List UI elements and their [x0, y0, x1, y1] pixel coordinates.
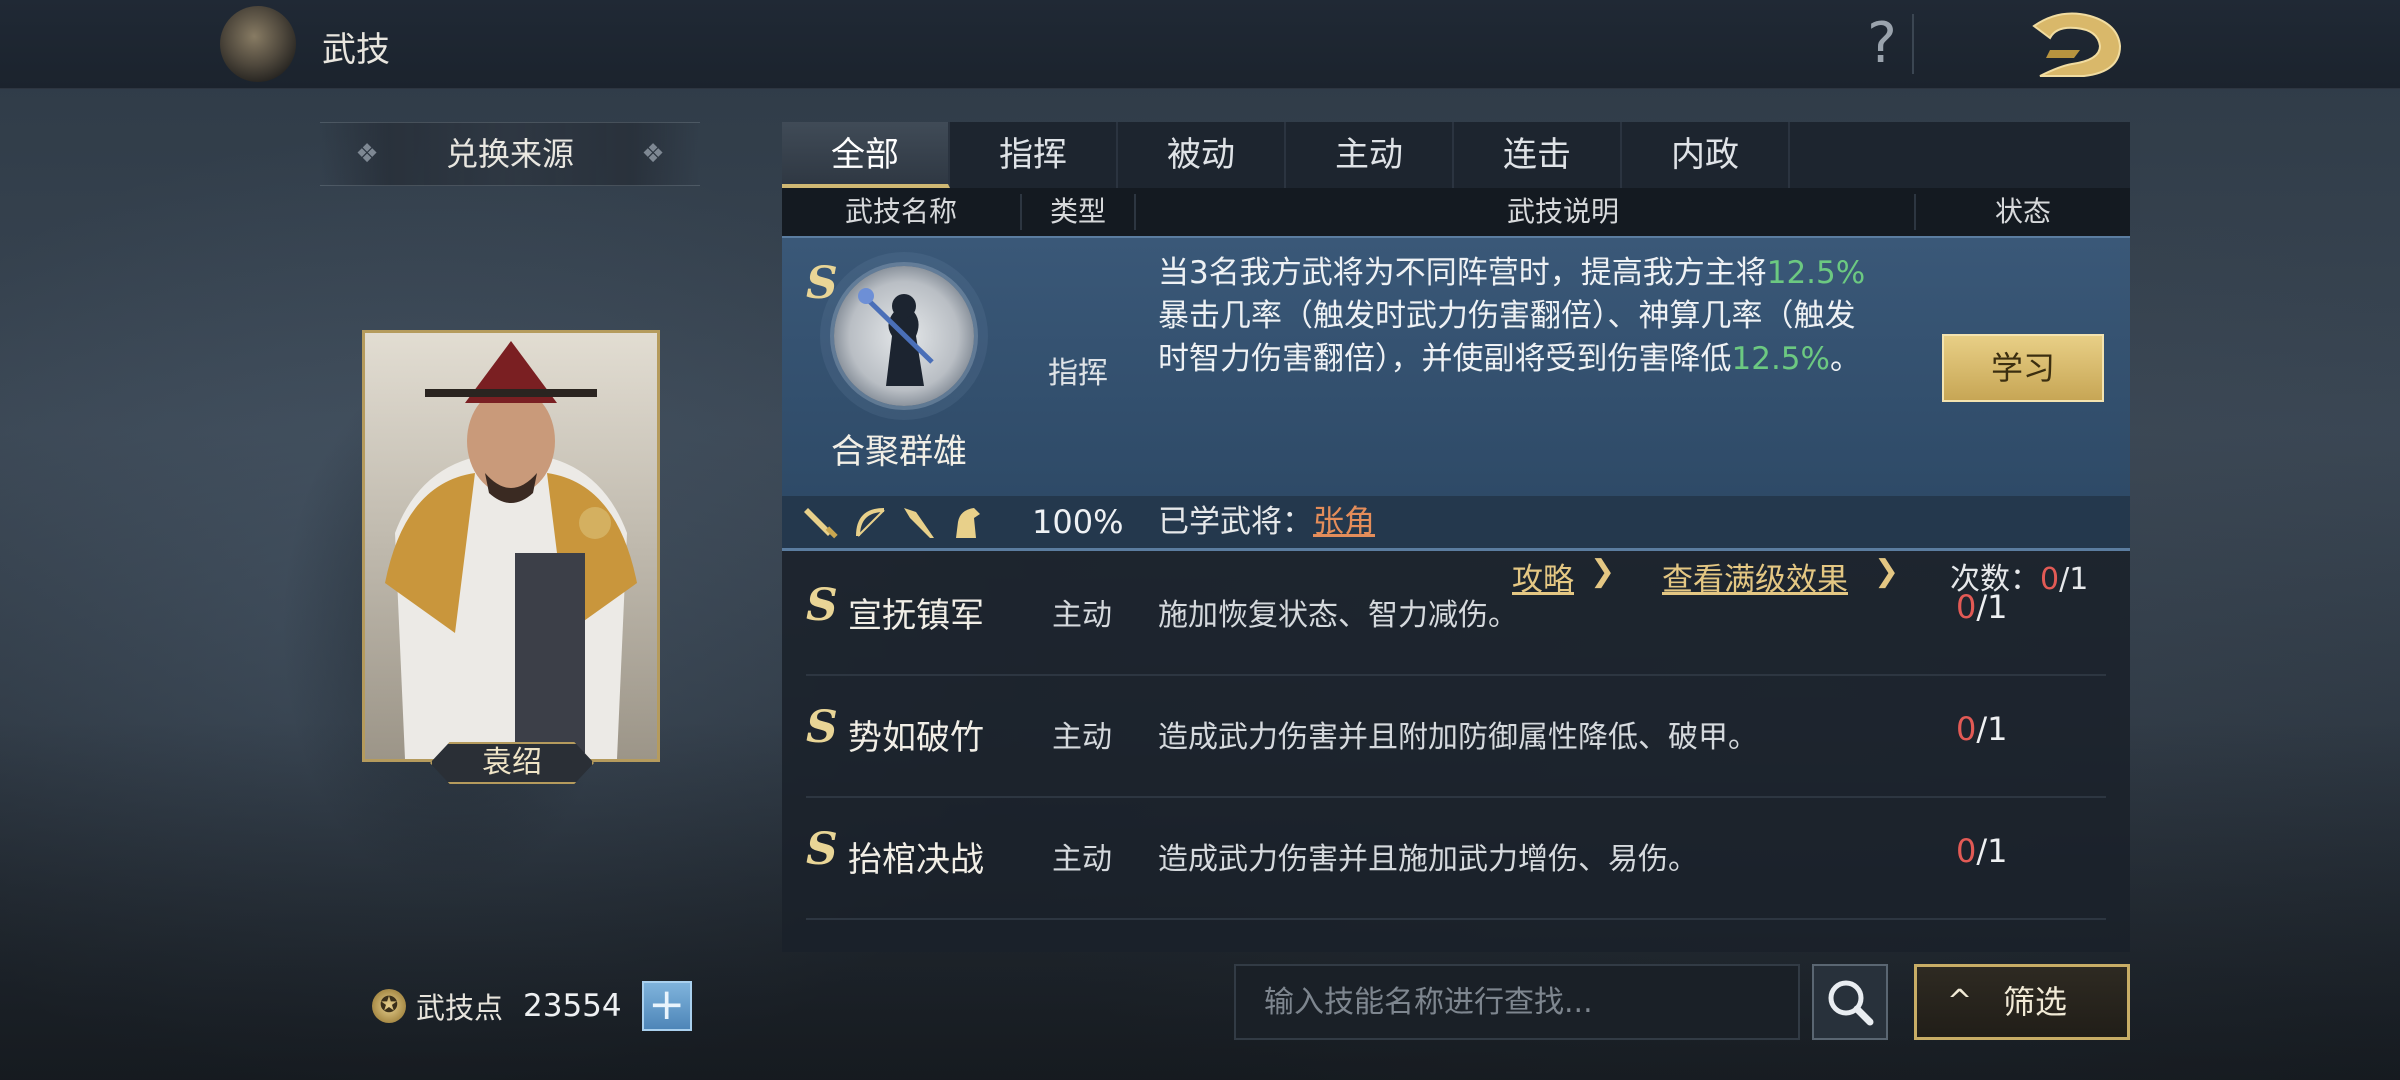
skill-description: 造成武力伤害并且附加防御属性降低、破甲。 [1158, 720, 1758, 755]
skill-name: 势如破竹 [848, 718, 984, 758]
selected-skill-type: 指挥 [1048, 356, 1108, 391]
learned-general-link[interactable]: 张角 [1313, 504, 1375, 540]
back-dragon-icon[interactable] [2020, 6, 2130, 82]
skill-uses: 0/1 [1956, 710, 2008, 748]
skill-medallion-icon [834, 266, 974, 406]
skill-search-input[interactable] [1234, 964, 1800, 1040]
exchange-source-banner[interactable]: ❖ 兑换来源 ❖ [320, 122, 700, 186]
selected-skill-description: 当3名我方武将为不同阵营时，提高我方主将12.5%暴击几率（触发时武力伤害翻倍）… [1158, 252, 1878, 381]
dragon-emblem-icon [220, 6, 296, 82]
filter-label: 筛选 [2003, 983, 2068, 1021]
tab-passive[interactable]: 被动 [1118, 122, 1286, 188]
skill-type: 主动 [1052, 598, 1112, 633]
skill-row[interactable]: S 宣抚镇军 主动 施加恢复状态、智力减伤。 0/1 [806, 552, 2106, 676]
top-divider [1912, 14, 1914, 74]
skill-grade-badge: S [806, 824, 838, 875]
skill-description: 施加恢复状态、智力减伤。 [1158, 598, 1518, 633]
skill-grade-badge: S [806, 258, 838, 309]
column-status: 状态 [1994, 195, 2051, 228]
skill-type: 主动 [1052, 720, 1112, 755]
tab-command[interactable]: 指挥 [950, 122, 1118, 188]
learned-generals: 已学武将：张角 [1158, 496, 1375, 548]
search-icon [1828, 980, 1874, 1026]
page-title: 武技 [322, 30, 390, 70]
description-text: 当3名我方武将为不同阵营时，提高我方主将 [1158, 255, 1767, 291]
skill-uses-total: /1 [1976, 710, 2008, 748]
add-skill-points-button[interactable]: + [641, 981, 692, 1031]
category-tabs: 全部 指挥 被动 主动 连击 内政 [782, 122, 2130, 188]
column-header: 武技名称 类型 武技说明 状态 [782, 188, 2130, 236]
chevron-up-icon: ^ [1947, 984, 1973, 1019]
skill-row[interactable]: S 势如破竹 主动 造成武力伤害并且附加防御属性降低、破甲。 0/1 [806, 674, 2106, 798]
bow-icon [856, 508, 885, 537]
skill-uses: 0/1 [1956, 832, 2008, 870]
filter-button[interactable]: ^ 筛选 [1914, 964, 2130, 1040]
top-bar: 武技 ? [0, 0, 2400, 89]
skill-points-label: 武技点 [416, 991, 504, 1025]
general-name-plate: 袁绍 [430, 742, 594, 784]
description-highlight: 12.5% [1731, 341, 1830, 377]
skill-type: 主动 [1052, 842, 1112, 877]
banner-ornament-right-icon: ❖ [641, 139, 665, 169]
tab-combo[interactable]: 连击 [1454, 122, 1622, 188]
skill-name: 宣抚镇军 [848, 596, 984, 636]
learn-button[interactable]: 学习 [1942, 334, 2104, 402]
horse-icon [956, 508, 980, 538]
skill-points-row: ✪ 武技点 23554 + [372, 978, 692, 1034]
column-description: 武技说明 [1506, 195, 1619, 228]
skill-points-value: 23554 [523, 988, 622, 1024]
column-name: 武技名称 [844, 195, 957, 228]
spear-icon [904, 508, 934, 538]
skill-uses-total: /1 [1976, 588, 2008, 626]
skill-uses: 0/1 [1956, 588, 2008, 626]
general-portrait[interactable] [362, 330, 660, 762]
skill-uses-total: /1 [1976, 832, 2008, 870]
skill-description: 造成武力伤害并且施加武力增伤、易伤。 [1158, 842, 1698, 877]
skill-name: 抬棺决战 [848, 840, 984, 880]
selected-skill-card[interactable]: S 合聚群雄 指挥 当3名我方武将为不同阵营时，提高我方主将12.5%暴击几率（… [782, 236, 2130, 598]
skill-grade-badge: S [806, 580, 838, 631]
banner-ornament-left-icon: ❖ [355, 139, 379, 169]
skill-list-panel: 全部 指挥 被动 主动 连击 内政 武技名称 类型 武技说明 状态 S 合聚群雄… [782, 122, 2130, 952]
skill-row[interactable]: S 抬棺决战 主动 造成武力伤害并且施加武力增伤、易伤。 0/1 [806, 796, 2106, 920]
selected-skill-name: 合聚群雄 [831, 432, 967, 472]
search-button[interactable] [1812, 964, 1888, 1040]
skill-uses-used: 0 [1956, 710, 1977, 748]
tab-internal-affairs[interactable]: 内政 [1622, 122, 1790, 188]
skill-grade-badge: S [806, 702, 838, 753]
sword-icon [804, 508, 838, 539]
proficiency-percent: 100% [1032, 503, 1124, 541]
tab-all[interactable]: 全部 [782, 122, 950, 188]
exchange-source-label: 兑换来源 [445, 135, 574, 173]
skill-uses-used: 0 [1956, 832, 1977, 870]
column-type: 类型 [1049, 195, 1106, 228]
selected-skill-footer: 100% 已学武将：张角 [782, 496, 2130, 551]
help-button[interactable]: ? [1852, 10, 1912, 78]
skill-point-coin-icon: ✪ [372, 989, 406, 1023]
description-highlight: 12.5% [1766, 255, 1866, 291]
tab-active[interactable]: 主动 [1286, 122, 1454, 188]
skill-uses-used: 0 [1956, 588, 1977, 626]
description-text: 。 [1829, 341, 1861, 377]
warrior-silhouette-icon [858, 288, 934, 386]
general-figure-icon [365, 333, 657, 759]
learned-generals-label: 已学武将： [1158, 504, 1313, 540]
